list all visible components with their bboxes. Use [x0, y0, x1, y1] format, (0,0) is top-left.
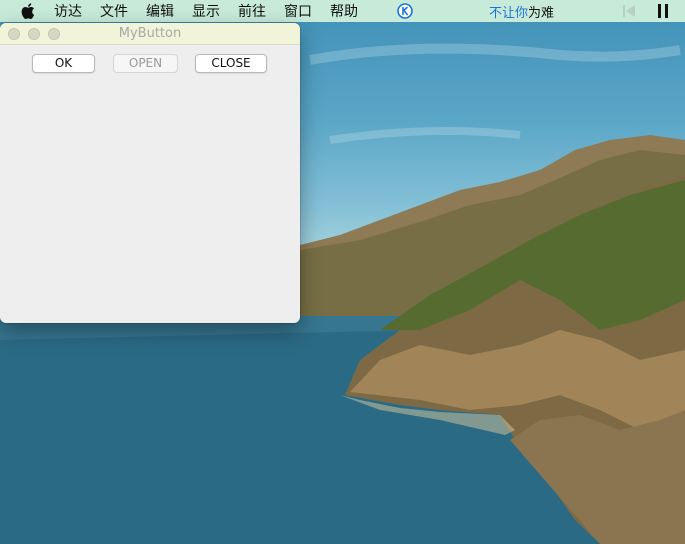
menu-item-go[interactable]: 前往: [238, 1, 266, 21]
menu-item-help[interactable]: 帮助: [330, 1, 358, 21]
window-titlebar[interactable]: MyButton: [0, 23, 300, 45]
menu-bar: 访达 文件 编辑 显示 前往 窗口 帮助 不让你为难: [0, 0, 685, 22]
app-window: MyButton OK OPEN CLOSE: [0, 23, 300, 323]
status-lyrics-rest: 为难: [528, 6, 555, 21]
apple-icon[interactable]: [19, 2, 37, 20]
pause-icon[interactable]: [656, 3, 670, 19]
previous-track-icon[interactable]: [622, 4, 636, 18]
status-lyrics[interactable]: 不让你为难: [489, 2, 554, 21]
ok-button[interactable]: OK: [32, 54, 95, 73]
window-title: MyButton: [118, 26, 182, 41]
menu-item-view[interactable]: 显示: [192, 1, 220, 21]
open-button[interactable]: OPEN: [113, 54, 178, 73]
menu-item-edit[interactable]: 编辑: [146, 1, 174, 21]
status-lyrics-highlight: 不让你: [489, 6, 529, 21]
k-circle-icon[interactable]: [397, 3, 413, 19]
menu-item-file[interactable]: 文件: [100, 1, 128, 21]
menu-item-finder[interactable]: 访达: [54, 1, 82, 21]
close-button[interactable]: CLOSE: [195, 54, 267, 73]
menu-item-window[interactable]: 窗口: [284, 1, 312, 21]
